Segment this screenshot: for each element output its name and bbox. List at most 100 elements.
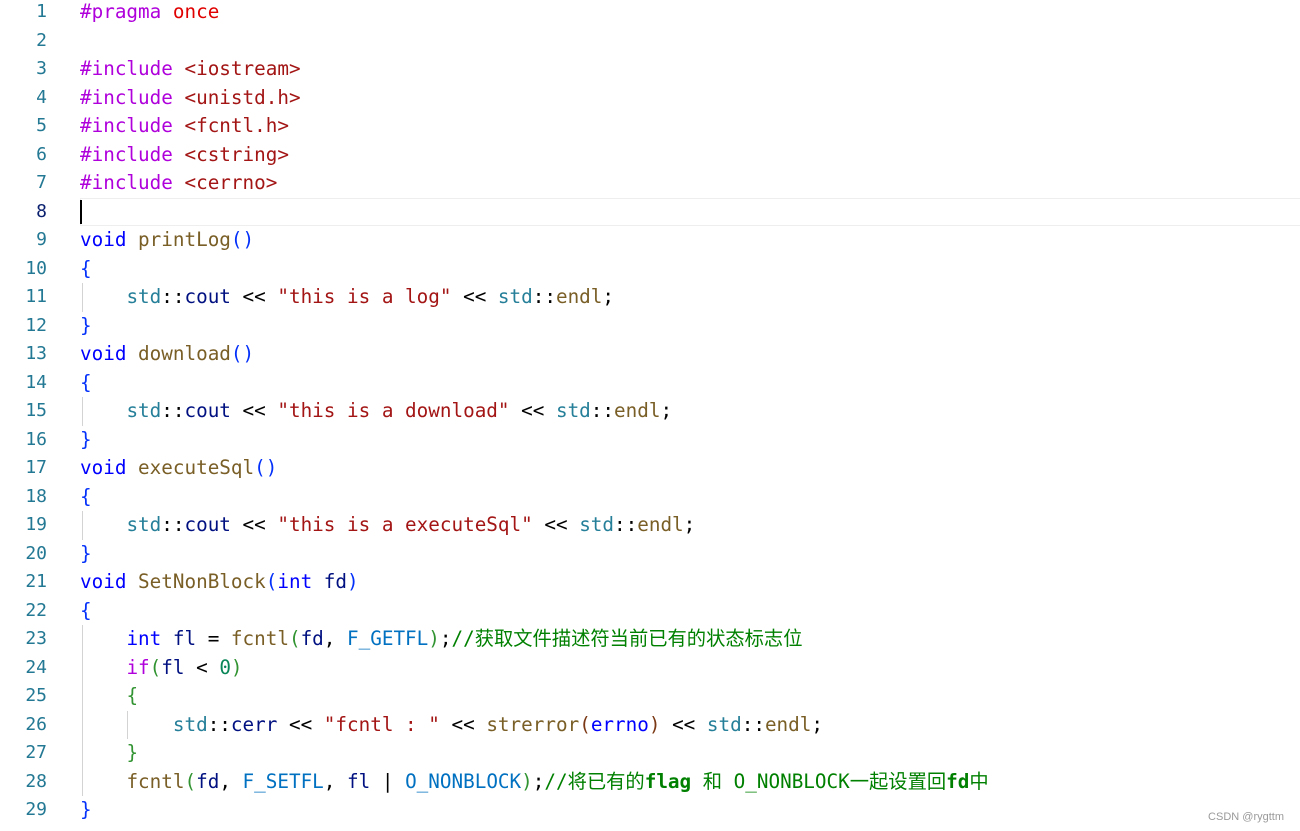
line-number: 21 [25,571,47,592]
code-line[interactable]: 3 #include <iostream> [0,55,1300,84]
code-line[interactable]: 18 { [0,483,1300,512]
code-line[interactable]: 26 std::cerr << "fcntl : " << strerror(e… [0,711,1300,740]
code-line[interactable]: 9 void printLog() [0,226,1300,255]
code-line[interactable]: 27 } [0,739,1300,768]
token-tx: ; [811,712,823,736]
token-tx: << [451,285,498,308]
token-tx [80,285,126,308]
token-tx: , [219,769,243,793]
token-tx [80,627,126,650]
token-tx [80,741,126,764]
code-line[interactable]: 4 #include <unistd.h> [0,84,1300,113]
code-line[interactable]: 1 #pragma once [0,0,1300,27]
token-b2: ) [428,627,440,650]
token-b2: { [126,684,139,707]
code-line[interactable]: 21 void SetNonBlock(int fd) [0,568,1300,597]
code-line[interactable]: 6 #include <cstring> [0,141,1300,170]
token-cm: //将已有的 [544,769,645,793]
token-b2: ( [288,627,301,650]
code-text: #include <cerrno> [80,169,277,198]
token-b2: ) [230,655,243,679]
token-var: fl [161,655,185,679]
code-line[interactable]: 13 void download() [0,340,1300,369]
line-number: 20 [25,542,47,564]
token-tx: , [323,627,348,650]
code-line[interactable]: 23 int fl = fcntl(fd, F_GETFL);//获取文件描述符… [0,625,1300,654]
line-number: 27 [25,742,47,763]
code-line[interactable]: 11 std::cout << "this is a log" << std::… [0,283,1300,312]
code-line[interactable]: 2 [0,27,1300,56]
token-tx: :: [161,285,185,308]
code-line[interactable]: 7 #include <cerrno> [0,169,1300,198]
token-tx: = [196,627,231,650]
code-line[interactable]: 25 { [0,682,1300,711]
token-fn: printLog [138,228,231,251]
code-text: std::cout << "this is a download" << std… [80,397,672,426]
token-fn: endl [555,285,603,308]
code-line[interactable]: 8 [0,197,1300,226]
token-tx: | [370,769,406,793]
token-tx: << [230,513,278,536]
code-line[interactable]: 19 std::cout << "this is a executeSql" <… [0,511,1300,540]
code-line[interactable]: 12} [0,312,1300,341]
token-var: fl [347,769,371,793]
token-str: "fcntl : " [323,712,440,736]
token-pp: #include [80,57,185,80]
token-b1: { [80,484,92,508]
token-str: <cstring> [184,142,289,166]
code-text: } [80,312,92,341]
token-b1: ( [265,570,278,593]
token-kw: void [80,456,139,479]
token-cmb: flag [644,769,692,793]
token-b1: { [80,370,92,394]
token-pp: #include [80,85,185,109]
code-line[interactable]: 24 if(fl < 0) [0,654,1300,683]
token-tx: << [439,712,487,736]
token-cst: F_GETFL [347,627,429,650]
code-line[interactable]: 5 #include <fcntl.h> [0,112,1300,141]
line-number: 22 [25,599,47,621]
code-line[interactable]: 14 { [0,369,1300,398]
token-ns: std [126,399,162,422]
code-text: } [80,426,92,455]
token-b3: ) [648,712,661,736]
token-tx: ; [660,399,673,422]
code-text: { [80,597,92,626]
token-kw: void [80,570,139,593]
line-number: 3 [36,58,47,79]
code-line[interactable]: 20} [0,540,1300,569]
token-tx: < [184,655,220,679]
token-ns: std [706,712,742,736]
token-tx: ; [683,513,696,536]
text-cursor [80,199,82,224]
token-fn: SetNonBlock [138,570,266,593]
token-kw: void [80,228,139,251]
token-b1: } [80,798,92,821]
token-tx: :: [741,712,765,736]
token-tx: ; [439,627,452,650]
code-line[interactable]: 28 fcntl(fd, F_SETFL, fl | O_NONBLOCK);/… [0,768,1300,797]
token-str: <unistd.h> [184,85,301,109]
token-pp: #include [80,171,185,194]
code-text: { [80,369,92,398]
token-var: fd [300,627,324,650]
watermark: CSDN @rygttm [1208,811,1284,823]
token-fn: download [138,342,231,365]
code-line[interactable]: 17 void executeSql() [0,454,1300,483]
line-number: 9 [36,229,47,250]
code-line[interactable]: 16} [0,426,1300,455]
token-tx: :: [207,712,231,736]
token-str: "this is a executeSql" [277,513,533,536]
token-kw: int [126,627,173,650]
code-line[interactable]: 10 { [0,255,1300,284]
code-line[interactable]: 15 std::cout << "this is a download" << … [0,397,1300,426]
token-b1: () [230,342,255,365]
code-text: } [80,796,92,825]
code-line[interactable]: 22 { [0,597,1300,626]
code-line[interactable]: 29} [0,796,1300,825]
token-tx [80,399,126,422]
token-var: cout [184,399,231,422]
token-var: fl [172,627,197,650]
token-var: cout [184,513,231,536]
token-tx [80,656,126,679]
